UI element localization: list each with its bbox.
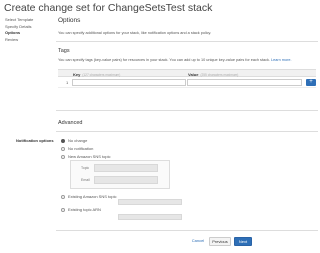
next-button[interactable]: Next bbox=[234, 237, 252, 246]
new-sns-topic-fields: Topic Email bbox=[70, 160, 170, 189]
main-panel: Options You can specify additional optio… bbox=[56, 14, 318, 252]
radio-label: New Amazon SNS topic bbox=[68, 154, 111, 159]
radio-label: No notification bbox=[68, 146, 94, 151]
sidebar-item-review[interactable]: Review bbox=[5, 37, 55, 44]
plus-icon: + bbox=[309, 79, 313, 85]
topic-label: Topic bbox=[81, 166, 90, 170]
previous-button[interactable]: Previous bbox=[209, 237, 231, 246]
sidebar-nav: Select Template Specify Details Options … bbox=[5, 17, 55, 43]
radio-label: No change bbox=[68, 138, 88, 143]
tags-table-header: Key (127 characters maximum) Value (255 ch… bbox=[58, 69, 316, 77]
radio-icon bbox=[61, 154, 65, 159]
notification-options-label: Notification options bbox=[16, 138, 54, 143]
radio-icon bbox=[61, 194, 65, 199]
tag-value-input[interactable] bbox=[187, 79, 302, 86]
tags-table: Key (127 characters maximum) Value (255 ch… bbox=[58, 69, 316, 88]
advanced-heading: Advanced bbox=[58, 120, 83, 126]
sidebar-item-select-template[interactable]: Select Template bbox=[5, 17, 55, 24]
existing-topic-arn-input[interactable] bbox=[118, 214, 182, 220]
email-label: Email bbox=[81, 178, 90, 182]
options-description: You can specify additional options for y… bbox=[58, 31, 212, 35]
radio-new-sns-topic[interactable]: New Amazon SNS topic bbox=[61, 154, 110, 159]
value-column-label: Value bbox=[188, 71, 199, 77]
radio-existing-topic-arn[interactable]: Existing topic ARN bbox=[61, 207, 101, 212]
value-column-header: Value (255 characters maximum) bbox=[188, 72, 238, 77]
key-column-hint: (127 characters maximum) bbox=[82, 72, 121, 77]
sidebar-item-options[interactable]: Options bbox=[5, 30, 55, 37]
tags-heading: Tags bbox=[58, 48, 70, 54]
page-title: Create change set for ChangeSetsTest sta… bbox=[4, 2, 213, 14]
cancel-button[interactable]: Cancel bbox=[189, 237, 207, 246]
tags-description: You can specify tags (key-value pairs) f… bbox=[58, 58, 292, 62]
key-column-header: Key (127 characters maximum) bbox=[73, 72, 120, 77]
radio-icon bbox=[61, 207, 65, 212]
divider bbox=[56, 41, 318, 42]
table-row: 1 + bbox=[58, 77, 316, 88]
sidebar-item-specify-details[interactable]: Specify Details bbox=[5, 24, 55, 31]
radio-no-notification[interactable]: No notification bbox=[61, 146, 93, 151]
radio-icon bbox=[61, 146, 65, 151]
row-number: 1 bbox=[66, 80, 69, 85]
tag-key-input[interactable] bbox=[72, 79, 186, 86]
divider bbox=[56, 131, 318, 132]
radio-existing-sns-topic[interactable]: Existing Amazon SNS topic bbox=[61, 194, 116, 199]
divider bbox=[56, 110, 318, 111]
topic-input[interactable] bbox=[94, 164, 158, 172]
value-column-hint: (255 characters maximum) bbox=[200, 72, 239, 77]
radio-label: Existing topic ARN bbox=[68, 207, 101, 212]
add-tag-button[interactable]: + bbox=[306, 79, 316, 86]
radio-label: Existing Amazon SNS topic bbox=[68, 194, 117, 199]
tags-description-text: You can specify tags (key-value pairs) f… bbox=[58, 58, 270, 62]
existing-sns-topic-select[interactable] bbox=[118, 199, 182, 205]
radio-no-change[interactable]: No change bbox=[61, 138, 87, 143]
divider bbox=[56, 230, 318, 231]
key-column-label: Key bbox=[73, 71, 81, 77]
radio-selected-icon bbox=[61, 138, 65, 143]
learn-more-link[interactable]: Learn more. bbox=[271, 58, 291, 62]
email-input[interactable] bbox=[94, 176, 158, 184]
options-heading: Options bbox=[58, 17, 81, 24]
